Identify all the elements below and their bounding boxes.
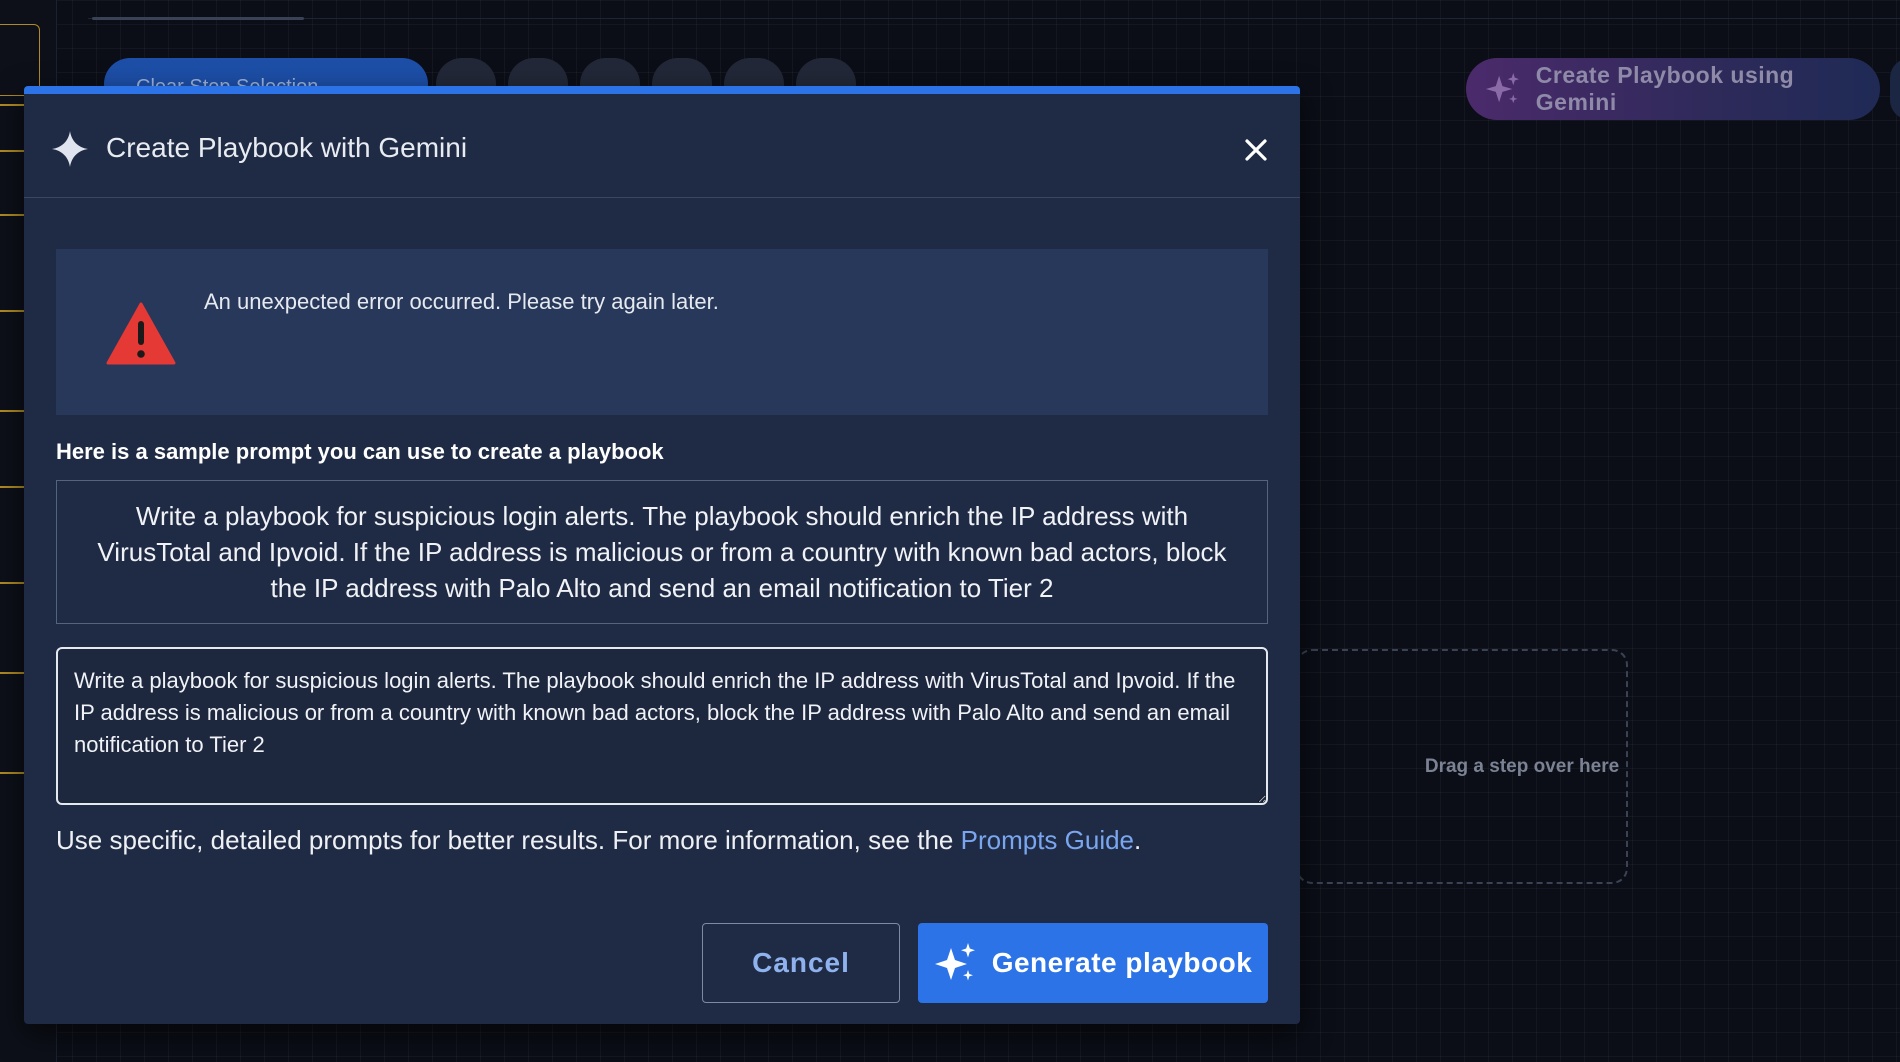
sparkle-icon xyxy=(1485,72,1519,104)
error-message: An unexpected error occurred. Please try… xyxy=(204,289,719,314)
step-drop-zone[interactable]: Drag a step over here xyxy=(1296,649,1628,884)
rail-tick xyxy=(0,150,24,152)
rail-tick xyxy=(0,214,24,216)
create-playbook-dialog: Create Playbook with Gemini An unexpecte… xyxy=(24,86,1300,1024)
rail-tick xyxy=(0,104,24,106)
prompts-guide-link[interactable]: Prompts Guide xyxy=(961,825,1134,855)
dialog-title: Create Playbook with Gemini xyxy=(106,132,468,163)
hint-text: Use specific, detailed prompts for bette… xyxy=(56,825,961,855)
cancel-button[interactable]: Cancel xyxy=(702,923,900,1003)
sparkle-icon xyxy=(934,943,975,981)
create-playbook-gemini-button[interactable]: Create Playbook using Gemini xyxy=(1466,58,1880,120)
warning-triangle-icon xyxy=(106,302,176,365)
rail-tick xyxy=(0,772,24,774)
rail-tick xyxy=(0,672,24,674)
prompt-hint: Use specific, detailed prompts for bette… xyxy=(56,825,1141,856)
prompt-input[interactable]: Write a playbook for suspicious login al… xyxy=(56,647,1268,805)
sample-prompt: Write a playbook for suspicious login al… xyxy=(56,480,1268,624)
rail-tick xyxy=(0,582,24,584)
generate-playbook-button[interactable]: Generate playbook xyxy=(918,923,1268,1003)
close-icon[interactable] xyxy=(1236,130,1276,170)
drop-zone-label: Drag a step over here xyxy=(1424,755,1620,777)
rail-tick xyxy=(0,486,24,488)
tab-underline xyxy=(88,18,1900,19)
dialog-header: Create Playbook with Gemini xyxy=(24,94,1300,198)
create-playbook-gemini-label: Create Playbook using Gemini xyxy=(1535,62,1795,115)
error-banner: An unexpected error occurred. Please try… xyxy=(56,249,1268,415)
rail-tick xyxy=(0,310,24,312)
sample-prompt-heading: Here is a sample prompt you can use to c… xyxy=(56,439,664,464)
rail-tick xyxy=(0,410,24,412)
hint-end: . xyxy=(1134,825,1142,855)
active-tab-indicator xyxy=(92,17,304,20)
generate-playbook-label: Generate playbook xyxy=(991,947,1253,978)
gemini-star-icon xyxy=(52,131,88,167)
toolbar-edge-button[interactable] xyxy=(1890,58,1900,120)
